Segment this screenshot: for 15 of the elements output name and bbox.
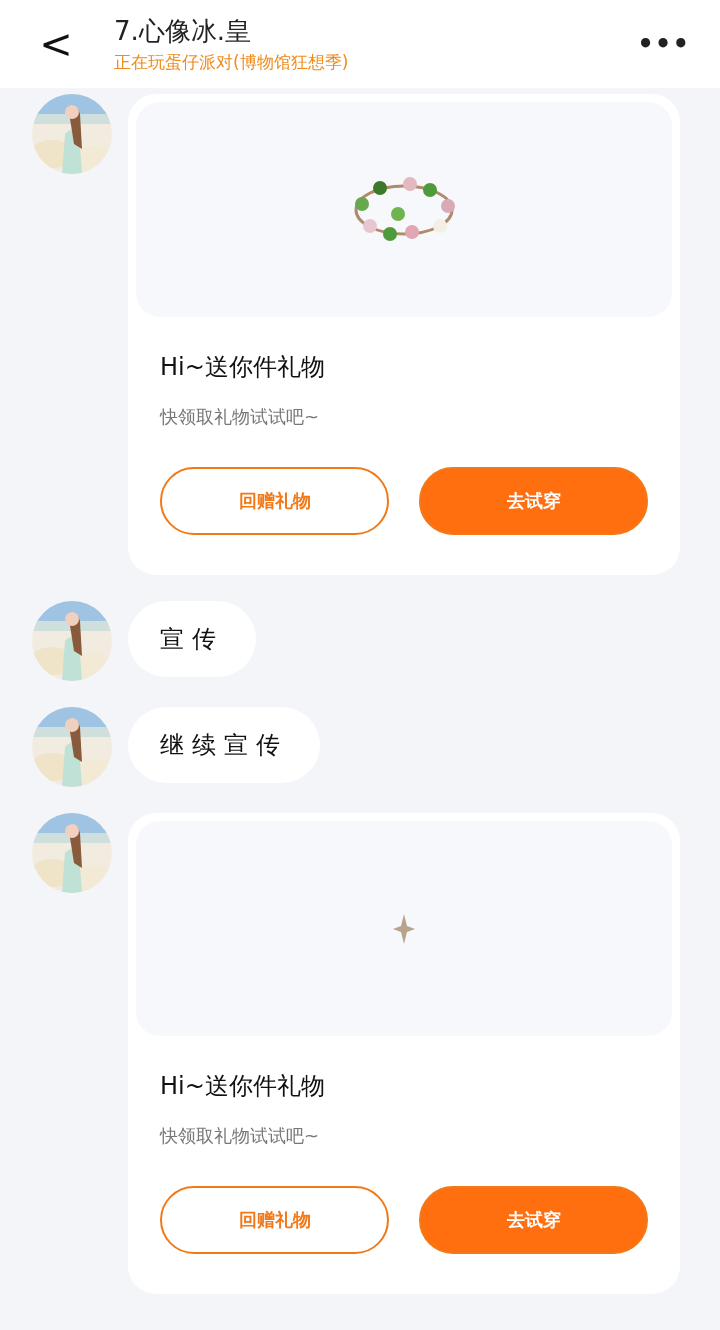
back-button[interactable]: < [36, 21, 76, 67]
gift-subtitle: 快领取礼物试试吧~ [160, 405, 321, 429]
try-on-button[interactable]: 去试穿 [419, 467, 648, 535]
more-button[interactable]: ••• [637, 29, 690, 59]
gift-title: Hi~送你件礼物 [160, 1071, 326, 1102]
return-gift-button[interactable]: 回赠礼物 [160, 467, 389, 535]
message-bubble: 宣传 [128, 601, 256, 677]
sparkle-icon [393, 913, 415, 944]
try-on-button[interactable]: 去试穿 [419, 1186, 648, 1254]
gift-title: Hi~送你件礼物 [160, 352, 326, 383]
message-bubble: 继续宣传 [128, 707, 320, 783]
chat-title: 7.心像冰.皇 [114, 15, 253, 48]
return-gift-button[interactable]: 回赠礼物 [160, 1186, 389, 1254]
gift-subtitle: 快领取礼物试试吧~ [160, 1124, 321, 1148]
status-text: 正在玩蛋仔派对(博物馆狂想季) [114, 51, 350, 74]
